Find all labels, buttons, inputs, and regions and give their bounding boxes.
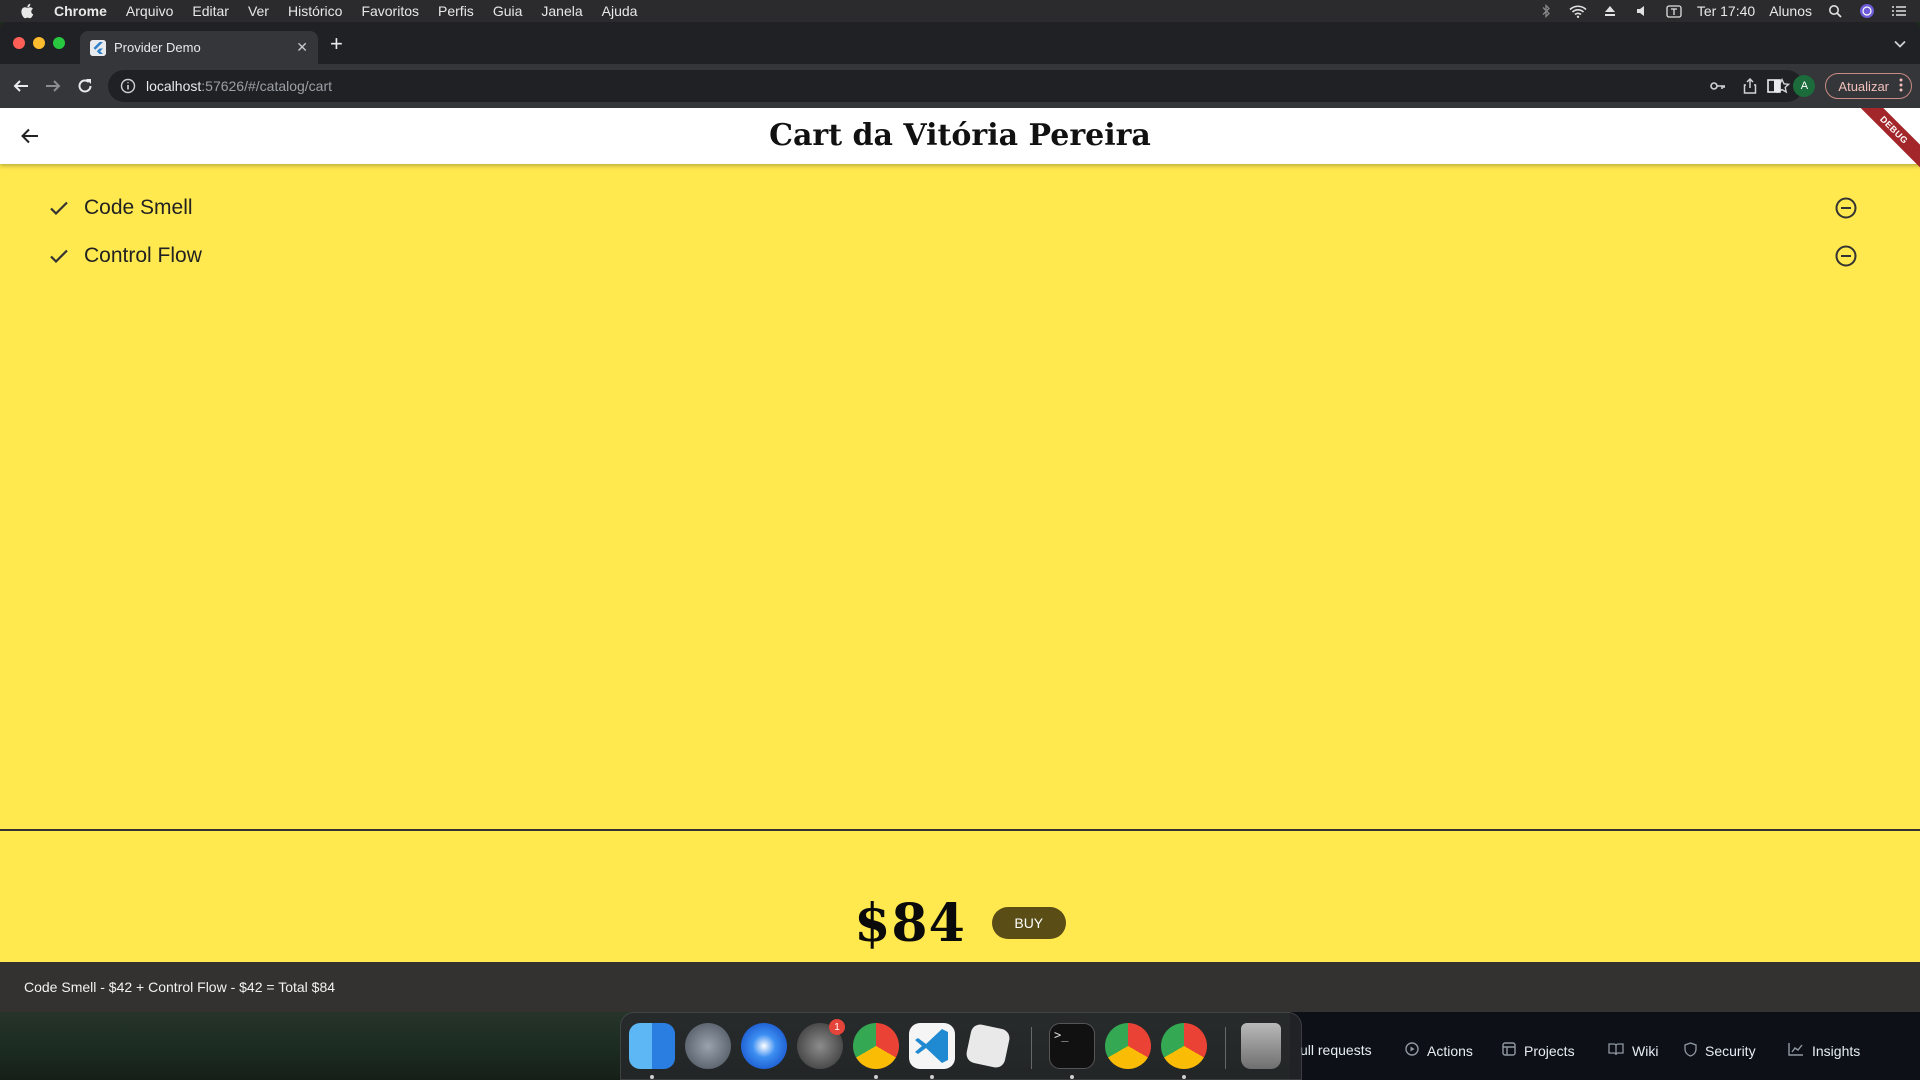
book-icon: [1608, 1042, 1624, 1059]
running-indicator: [930, 1075, 934, 1079]
github-nav-pull-requests[interactable]: ull requests: [1300, 1042, 1372, 1058]
forward-icon[interactable]: [42, 75, 64, 97]
back-icon[interactable]: [10, 75, 32, 97]
menubar-clock[interactable]: Ter 17:40: [1697, 3, 1755, 19]
kebab-menu-icon: [1899, 78, 1903, 95]
share-icon[interactable]: [1741, 77, 1759, 95]
github-repo-nav: ull requests Actions Projects Wiki Secur…: [1290, 1012, 1920, 1080]
trash-icon[interactable]: [1241, 1023, 1281, 1069]
menu-perfis[interactable]: Perfis: [438, 3, 474, 19]
notification-badge: 1: [829, 1019, 845, 1035]
running-indicator: [1070, 1075, 1074, 1079]
profile-avatar[interactable]: A: [1793, 75, 1816, 97]
reload-icon[interactable]: [74, 75, 96, 97]
github-nav-insights[interactable]: Insights: [1788, 1042, 1860, 1059]
check-icon: [48, 245, 70, 267]
tab-search-chevron-icon[interactable]: [1894, 36, 1906, 51]
volume-icon[interactable]: [1633, 4, 1651, 18]
graph-icon: [1788, 1042, 1804, 1059]
play-circle-icon: [1405, 1042, 1419, 1059]
remove-circle-icon[interactable]: [1834, 196, 1858, 220]
snackbar: Code Smell - $42 + Control Flow - $42 = …: [0, 962, 1920, 1012]
new-tab-icon[interactable]: +: [330, 33, 343, 55]
list-item: Code Smell: [0, 184, 1920, 232]
page-title: Cart da Vitória Pereira: [769, 118, 1151, 153]
menu-ajuda[interactable]: Ajuda: [602, 3, 638, 19]
update-chrome-button[interactable]: Atualizar: [1825, 73, 1912, 99]
macos-menubar: Chrome Arquivo Editar Ver Histórico Favo…: [0, 0, 1920, 22]
eject-icon[interactable]: [1601, 4, 1619, 18]
flutter-favicon-icon: [90, 39, 106, 56]
roblox-icon[interactable]: [964, 1022, 1012, 1070]
browser-window: Provider Demo ✕ + localhost :57626/#/cat…: [0, 22, 1920, 1012]
finder-icon[interactable]: [629, 1023, 675, 1069]
menu-guia[interactable]: Guia: [493, 3, 523, 19]
keyboard-input-icon[interactable]: [1665, 4, 1683, 18]
site-info-icon[interactable]: [120, 78, 136, 94]
apple-icon[interactable]: [20, 3, 34, 19]
menu-app-name[interactable]: Chrome: [54, 3, 107, 19]
tab-provider-demo[interactable]: Provider Demo ✕: [80, 31, 318, 64]
shield-icon: [1684, 1042, 1697, 1060]
dock-separator: [1225, 1027, 1226, 1069]
total-divider: [0, 829, 1920, 831]
password-key-icon[interactable]: [1709, 77, 1727, 95]
tab-title: Provider Demo: [114, 40, 201, 55]
zoom-window-button[interactable]: [53, 37, 65, 49]
launchpad-icon[interactable]: [685, 1023, 731, 1069]
running-indicator: [1182, 1075, 1186, 1079]
menubar-status-area: Ter 17:40 Alunos: [1537, 0, 1908, 22]
github-nav-wiki[interactable]: Wiki: [1608, 1042, 1658, 1059]
toolbar-right: A Atualizar: [1765, 70, 1912, 102]
menu-historico[interactable]: Histórico: [288, 3, 342, 19]
menu-favoritos[interactable]: Favoritos: [361, 3, 419, 19]
url-host: localhost: [146, 78, 202, 94]
github-nav-security[interactable]: Security: [1684, 1042, 1756, 1060]
tab-strip: Provider Demo ✕ +: [0, 22, 1920, 64]
table-icon: [1502, 1042, 1516, 1059]
tab-close-icon[interactable]: ✕: [296, 39, 308, 56]
menu-ver[interactable]: Ver: [248, 3, 269, 19]
update-label: Atualizar: [1838, 78, 1889, 94]
cart-list: Code Smell Control Flow: [0, 184, 1920, 280]
siri-icon[interactable]: [1858, 4, 1876, 18]
github-nav-actions[interactable]: Actions: [1405, 1042, 1473, 1059]
terminal-icon[interactable]: >_: [1049, 1023, 1095, 1069]
remove-circle-icon[interactable]: [1834, 244, 1858, 268]
cart-item-name: Code Smell: [84, 196, 193, 219]
cart-page: Cart da Vitória Pereira DEBUG Code Smell…: [0, 108, 1920, 1012]
address-bar[interactable]: localhost :57626/#/catalog/cart: [108, 70, 1803, 102]
menu-janela[interactable]: Janela: [541, 3, 582, 19]
dock-separator: [1031, 1027, 1032, 1069]
menubar-user[interactable]: Alunos: [1769, 3, 1812, 19]
running-indicator: [874, 1075, 878, 1079]
safari-icon[interactable]: [741, 1023, 787, 1069]
app-bar: Cart da Vitória Pereira DEBUG: [0, 108, 1920, 179]
menu-editar[interactable]: Editar: [192, 3, 229, 19]
buy-button[interactable]: BUY: [991, 907, 1066, 939]
chrome-icon[interactable]: [1105, 1023, 1151, 1069]
menu-arquivo[interactable]: Arquivo: [126, 3, 173, 19]
check-icon: [48, 197, 70, 219]
cart-total: $84: [854, 892, 966, 954]
chrome-icon[interactable]: [1161, 1023, 1207, 1069]
spotlight-search-icon[interactable]: [1826, 4, 1844, 18]
browser-toolbar: localhost :57626/#/catalog/cart A Atuali…: [0, 64, 1920, 108]
wifi-icon[interactable]: [1569, 4, 1587, 18]
minimize-window-button[interactable]: [33, 37, 45, 49]
control-center-icon[interactable]: [1890, 4, 1908, 18]
url-path: :57626/#/catalog/cart: [201, 78, 333, 94]
vscode-icon[interactable]: [909, 1023, 955, 1069]
close-window-button[interactable]: [13, 37, 25, 49]
running-indicator: [650, 1075, 654, 1079]
cart-item-name: Control Flow: [84, 244, 202, 267]
list-item: Control Flow: [0, 232, 1920, 280]
macos-dock: 1 >_: [620, 1012, 1302, 1080]
total-row: $84 BUY: [0, 888, 1920, 958]
chrome-icon[interactable]: [853, 1023, 899, 1069]
bluetooth-icon[interactable]: [1537, 4, 1555, 18]
github-nav-projects[interactable]: Projects: [1502, 1042, 1575, 1059]
side-panel-icon[interactable]: [1765, 77, 1783, 95]
